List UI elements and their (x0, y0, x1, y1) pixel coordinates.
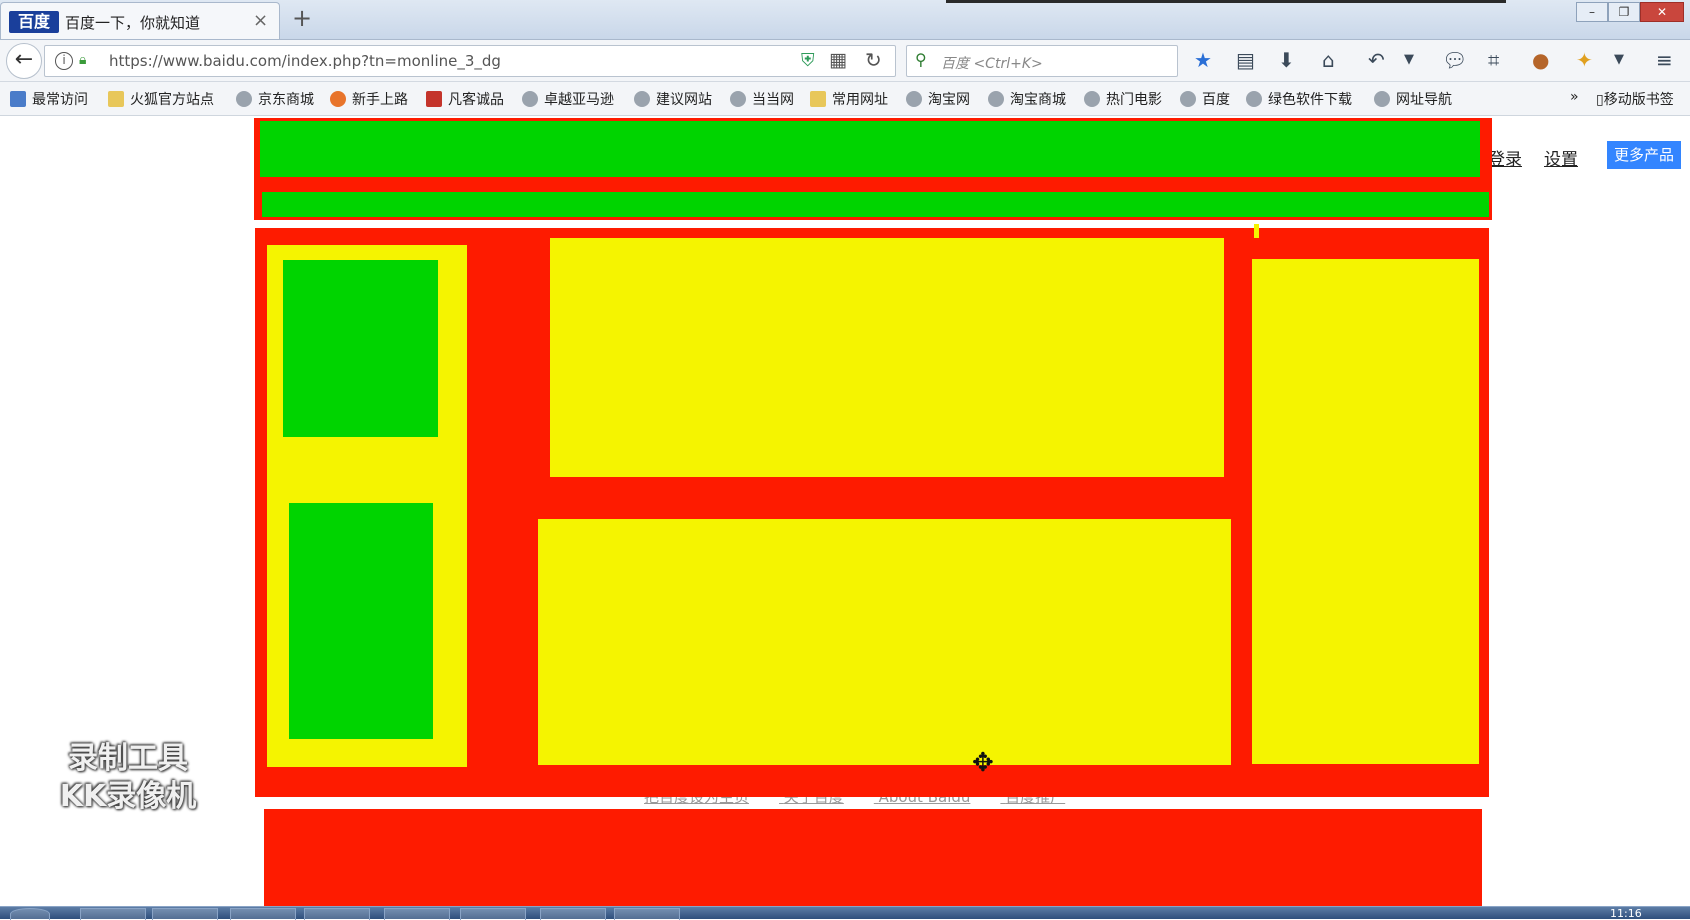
bookmark-url-nav[interactable]: 网址导航 (1374, 89, 1452, 109)
globe-icon (906, 91, 922, 107)
reading-list-icon[interactable]: ▤ (1236, 48, 1255, 72)
globe-icon (634, 91, 650, 107)
bookmark-common-sites[interactable]: 常用网址 (810, 89, 888, 109)
new-tab-button[interactable]: + (292, 4, 312, 32)
minimize-button[interactable]: – (1576, 2, 1608, 22)
bookmark-amazon[interactable]: 卓越亚马逊 (522, 89, 614, 109)
search-bar[interactable]: ⚲ 百度 <Ctrl+K> (906, 45, 1178, 77)
lock-icon: 🔒︎ (79, 52, 87, 68)
tab-close-icon[interactable]: × (253, 10, 268, 31)
taskbar-editor-icon[interactable] (614, 908, 680, 920)
right-marker (1254, 224, 1259, 238)
taskbar-explorer-icon[interactable] (152, 908, 218, 920)
taskbar-browser-icon[interactable] (304, 908, 370, 920)
bookmarks-overflow-button[interactable]: » (1570, 89, 1579, 105)
url-text[interactable]: https://www.baidu.com/index.php?tn=monli… (109, 52, 501, 70)
globe-icon (522, 91, 538, 107)
taskbar-chat-icon[interactable] (540, 908, 606, 920)
recorder-watermark: 录制工具 KK录像机 (59, 741, 197, 814)
bookmark-green-software[interactable]: 绿色软件下载 (1246, 89, 1352, 109)
tab-title: 百度一下，你就知道 (65, 14, 201, 32)
bookmarks-bar: 最常访问 火狐官方站点 京东商城 新手上路 凡客诚品 卓越亚马逊 建议网站 当当… (0, 82, 1690, 116)
firefox-icon (330, 91, 346, 107)
folder-icon (108, 91, 124, 107)
window-controls: – ❐ ✕ (1576, 2, 1684, 22)
qr-code-icon[interactable]: ▦ (829, 49, 847, 71)
baidu-tab-logo: 百度 (9, 11, 59, 33)
chat-icon[interactable]: 💬︎ (1442, 48, 1467, 72)
url-bar[interactable]: i 🔒︎ https://www.baidu.com/index.php?tn=… (44, 45, 896, 77)
navigation-toolbar: ← i 🔒︎ https://www.baidu.com/index.php?t… (0, 40, 1690, 82)
addon-icon[interactable]: ✦ (1576, 48, 1593, 72)
undo-icon[interactable]: ↶ (1368, 48, 1385, 72)
reload-icon[interactable]: ↻ (865, 48, 882, 72)
monkey-addon-icon[interactable]: ● (1532, 48, 1549, 72)
bookmark-hot-movies[interactable]: 热门电影 (1084, 89, 1162, 109)
left-bottom-box (289, 503, 433, 739)
most-visited-icon (10, 91, 26, 107)
chevron-down-icon[interactable]: ▼ (1404, 52, 1414, 67)
taskbar-app-icon[interactable] (384, 908, 450, 920)
more-products-button[interactable]: 更多产品 (1607, 141, 1681, 169)
move-cursor-icon: ✥ (972, 748, 994, 778)
shield-icon[interactable]: ⛨ (801, 50, 815, 71)
globe-icon (1180, 91, 1196, 107)
search-placeholder: 百度 <Ctrl+K> (941, 56, 1043, 72)
bookmark-firefox-site[interactable]: 火狐官方站点 (108, 89, 214, 109)
globe-icon (1374, 91, 1390, 107)
close-window-button[interactable]: ✕ (1640, 2, 1684, 22)
header-bottom-bar (262, 192, 1489, 217)
download-icon[interactable]: ⬇ (1278, 48, 1295, 72)
bookmark-getting-started[interactable]: 新手上路 (330, 89, 408, 109)
taskbar-ie-icon[interactable] (80, 908, 146, 920)
left-top-box (283, 260, 438, 437)
globe-icon (988, 91, 1004, 107)
search-icon: ⚲ (915, 50, 927, 69)
globe-icon (236, 91, 252, 107)
header-top-bar (260, 121, 1480, 177)
settings-link[interactable]: 设置 (1544, 145, 1578, 170)
globe-icon (730, 91, 746, 107)
mobile-bookmarks[interactable]: ▯移动版书签 (1596, 89, 1674, 109)
info-icon[interactable]: i (55, 52, 73, 70)
bookmark-taobao-mall[interactable]: 淘宝商城 (988, 89, 1066, 109)
title-bar-line (946, 0, 1506, 3)
tab-baidu[interactable]: 百度 百度一下，你就知道 × (0, 2, 280, 39)
windows-taskbar: 11:16 (0, 906, 1690, 920)
center-bottom-box (538, 519, 1231, 765)
back-button[interactable]: ← (6, 43, 42, 79)
vancl-icon (426, 91, 442, 107)
taskbar-firefox-icon[interactable] (230, 908, 296, 920)
bookmark-most-visited[interactable]: 最常访问 (10, 89, 88, 109)
bookmark-suggested[interactable]: 建议网站 (634, 89, 712, 109)
taskbar-media-icon[interactable] (460, 908, 526, 920)
maximize-button[interactable]: ❐ (1608, 2, 1640, 22)
menu-icon[interactable]: ≡ (1656, 48, 1673, 72)
globe-icon (1246, 91, 1262, 107)
bookmark-dangdang[interactable]: 当当网 (730, 89, 794, 109)
center-top-box (550, 238, 1224, 477)
login-link[interactable]: 登录 (1488, 145, 1522, 170)
bookmark-jd[interactable]: 京东商城 (236, 89, 314, 109)
screenshot-crop-icon[interactable]: ⌗ (1488, 48, 1499, 72)
right-column (1252, 259, 1479, 764)
home-icon[interactable]: ⌂ (1322, 48, 1335, 72)
footer-block (264, 809, 1482, 919)
taskbar-clock[interactable]: 11:16 (1610, 907, 1642, 920)
phone-icon: ▯ (1596, 92, 1604, 108)
addon-chevron-down-icon[interactable]: ▼ (1614, 52, 1624, 67)
start-button[interactable] (10, 908, 50, 920)
folder-icon (810, 91, 826, 107)
globe-icon (1084, 91, 1100, 107)
tab-bar: 百度 百度一下，你就知道 × + – ❐ ✕ (0, 0, 1690, 40)
bookmark-taobao[interactable]: 淘宝网 (906, 89, 970, 109)
bookmark-baidu[interactable]: 百度 (1180, 89, 1230, 109)
bookmark-star-icon[interactable]: ★ (1194, 48, 1212, 72)
bookmark-vancl[interactable]: 凡客诚品 (426, 89, 504, 109)
